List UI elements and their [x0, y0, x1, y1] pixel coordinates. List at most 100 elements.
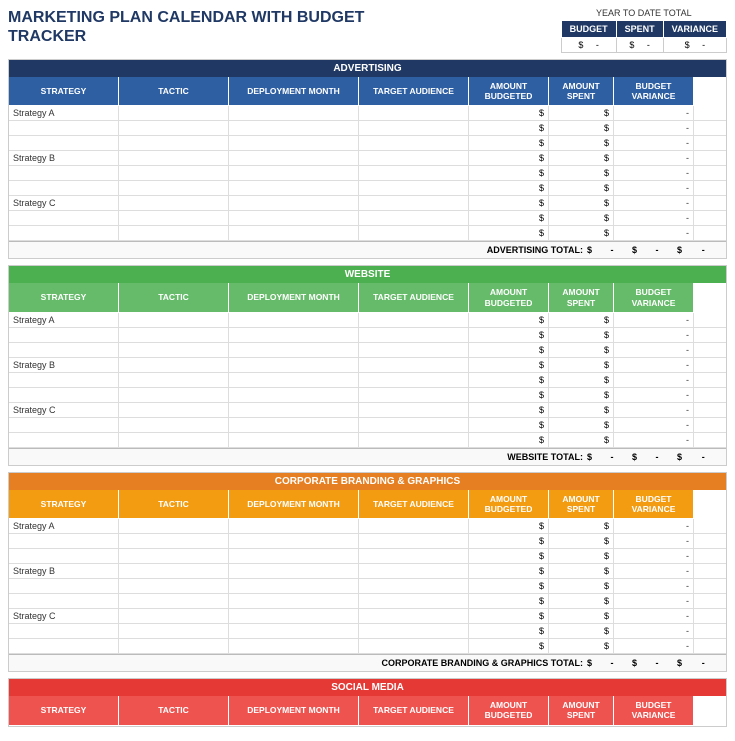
tactic-cell[interactable]: [119, 579, 229, 593]
variance-cell[interactable]: -: [614, 313, 694, 327]
tactic-cell[interactable]: [119, 418, 229, 432]
spent-cell[interactable]: $: [549, 328, 614, 342]
budgeted-cell[interactable]: $: [469, 151, 549, 165]
audience-cell[interactable]: [359, 549, 469, 563]
budgeted-cell[interactable]: $: [469, 313, 549, 327]
audience-cell[interactable]: [359, 226, 469, 240]
deployment-cell[interactable]: [229, 549, 359, 563]
strategy-cell[interactable]: [9, 388, 119, 402]
variance-cell[interactable]: -: [614, 181, 694, 195]
audience-cell[interactable]: [359, 609, 469, 623]
variance-cell[interactable]: -: [614, 639, 694, 653]
variance-cell[interactable]: -: [614, 594, 694, 608]
tactic-cell[interactable]: [119, 166, 229, 180]
tactic-cell[interactable]: [119, 549, 229, 563]
deployment-cell[interactable]: [229, 136, 359, 150]
deployment-cell[interactable]: [229, 343, 359, 357]
strategy-cell[interactable]: [9, 639, 119, 653]
tactic-cell[interactable]: [119, 433, 229, 447]
tactic-cell[interactable]: [119, 388, 229, 402]
budgeted-cell[interactable]: $: [469, 433, 549, 447]
strategy-cell[interactable]: [9, 211, 119, 225]
tactic-cell[interactable]: [119, 594, 229, 608]
strategy-cell[interactable]: [9, 166, 119, 180]
variance-cell[interactable]: -: [614, 579, 694, 593]
variance-cell[interactable]: -: [614, 624, 694, 638]
budgeted-cell[interactable]: $: [469, 211, 549, 225]
deployment-cell[interactable]: [229, 358, 359, 372]
variance-cell[interactable]: -: [614, 151, 694, 165]
audience-cell[interactable]: [359, 358, 469, 372]
variance-cell[interactable]: -: [614, 549, 694, 563]
audience-cell[interactable]: [359, 624, 469, 638]
tactic-cell[interactable]: [119, 121, 229, 135]
budgeted-cell[interactable]: $: [469, 343, 549, 357]
deployment-cell[interactable]: [229, 373, 359, 387]
strategy-cell[interactable]: Strategy C: [9, 196, 119, 210]
tactic-cell[interactable]: [119, 181, 229, 195]
variance-cell[interactable]: -: [614, 433, 694, 447]
audience-cell[interactable]: [359, 564, 469, 578]
deployment-cell[interactable]: [229, 609, 359, 623]
tactic-cell[interactable]: [119, 196, 229, 210]
audience-cell[interactable]: [359, 534, 469, 548]
spent-cell[interactable]: $: [549, 564, 614, 578]
audience-cell[interactable]: [359, 594, 469, 608]
tactic-cell[interactable]: [119, 403, 229, 417]
deployment-cell[interactable]: [229, 166, 359, 180]
strategy-cell[interactable]: Strategy B: [9, 564, 119, 578]
strategy-cell[interactable]: [9, 549, 119, 563]
spent-cell[interactable]: $: [549, 418, 614, 432]
deployment-cell[interactable]: [229, 313, 359, 327]
audience-cell[interactable]: [359, 121, 469, 135]
spent-cell[interactable]: $: [549, 624, 614, 638]
audience-cell[interactable]: [359, 211, 469, 225]
tactic-cell[interactable]: [119, 343, 229, 357]
tactic-cell[interactable]: [119, 106, 229, 120]
budgeted-cell[interactable]: $: [469, 639, 549, 653]
deployment-cell[interactable]: [229, 388, 359, 402]
strategy-cell[interactable]: Strategy A: [9, 106, 119, 120]
audience-cell[interactable]: [359, 403, 469, 417]
strategy-cell[interactable]: [9, 136, 119, 150]
strategy-cell[interactable]: Strategy C: [9, 609, 119, 623]
audience-cell[interactable]: [359, 343, 469, 357]
budgeted-cell[interactable]: $: [469, 624, 549, 638]
deployment-cell[interactable]: [229, 403, 359, 417]
spent-cell[interactable]: $: [549, 549, 614, 563]
spent-cell[interactable]: $: [549, 211, 614, 225]
tactic-cell[interactable]: [119, 328, 229, 342]
variance-cell[interactable]: -: [614, 211, 694, 225]
spent-cell[interactable]: $: [549, 388, 614, 402]
variance-cell[interactable]: -: [614, 388, 694, 402]
spent-cell[interactable]: $: [549, 196, 614, 210]
audience-cell[interactable]: [359, 373, 469, 387]
audience-cell[interactable]: [359, 151, 469, 165]
deployment-cell[interactable]: [229, 433, 359, 447]
variance-cell[interactable]: -: [614, 519, 694, 533]
budgeted-cell[interactable]: $: [469, 609, 549, 623]
strategy-cell[interactable]: [9, 534, 119, 548]
budgeted-cell[interactable]: $: [469, 534, 549, 548]
budgeted-cell[interactable]: $: [469, 519, 549, 533]
audience-cell[interactable]: [359, 136, 469, 150]
budgeted-cell[interactable]: $: [469, 418, 549, 432]
deployment-cell[interactable]: [229, 151, 359, 165]
tactic-cell[interactable]: [119, 624, 229, 638]
strategy-cell[interactable]: [9, 418, 119, 432]
strategy-cell[interactable]: Strategy A: [9, 313, 119, 327]
variance-cell[interactable]: -: [614, 166, 694, 180]
tactic-cell[interactable]: [119, 211, 229, 225]
variance-cell[interactable]: -: [614, 418, 694, 432]
audience-cell[interactable]: [359, 433, 469, 447]
spent-cell[interactable]: $: [549, 151, 614, 165]
variance-cell[interactable]: -: [614, 343, 694, 357]
budgeted-cell[interactable]: $: [469, 373, 549, 387]
audience-cell[interactable]: [359, 639, 469, 653]
budgeted-cell[interactable]: $: [469, 226, 549, 240]
tactic-cell[interactable]: [119, 313, 229, 327]
tactic-cell[interactable]: [119, 373, 229, 387]
strategy-cell[interactable]: [9, 343, 119, 357]
deployment-cell[interactable]: [229, 564, 359, 578]
variance-cell[interactable]: -: [614, 106, 694, 120]
